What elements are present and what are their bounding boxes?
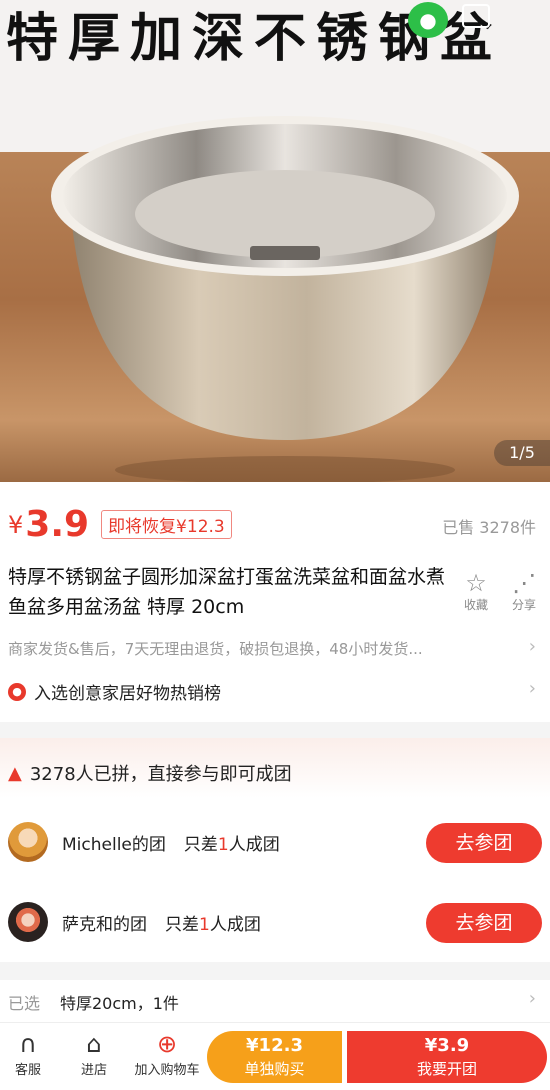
- add-to-cart-button[interactable]: ⊕ 加入购物车: [130, 1029, 204, 1078]
- group-price: 3.9: [25, 504, 90, 545]
- sold-count: 已售 3278件: [442, 518, 536, 537]
- product-title: 特厚不锈钢盆子圆形加深盆打蛋盆洗菜盆和面盆水煮鱼盆多用盆汤盆 特厚 20cm: [8, 566, 446, 618]
- share-button[interactable]: ⋰ 分享: [504, 570, 544, 613]
- headset-icon: ∩: [19, 1030, 37, 1058]
- join-group-button[interactable]: 去参团: [426, 903, 542, 943]
- fire-icon: ▲: [8, 762, 22, 784]
- group-buy-card: ▲ 3278人已拼，直接参与即可成团 Michelle的团 只差1人成团 去参团…: [0, 738, 550, 962]
- collect-button[interactable]: ☆ 收藏: [456, 570, 496, 613]
- bottom-action-bar: ∩ 客服 ⌂ 进店 ⊕ 加入购物车 ¥12.3 单独购买 ¥3.9 我要开团: [0, 1022, 550, 1090]
- group-owner: 萨克和的团: [62, 914, 147, 935]
- store-button[interactable]: ⌂ 进店: [74, 1029, 114, 1078]
- solo-label: 单独购买: [244, 1060, 305, 1078]
- buy-alone-button[interactable]: ¥12.3 单独购买: [207, 1031, 342, 1083]
- avatar: [8, 902, 48, 942]
- star-icon: ☆: [465, 569, 487, 597]
- cart-icon: ⊕: [156, 1030, 178, 1058]
- share-label: 分享: [511, 598, 536, 612]
- ranking-label: 入选创意家居好物热销榜: [34, 684, 221, 704]
- selection-value: 特厚20cm，1件: [60, 994, 179, 1013]
- group-row: Michelle的团 只差1人成团 去参团: [8, 812, 542, 872]
- service-guarantee-row[interactable]: 商家发货&售后，7天无理由退货，破损包退换，48小时发货...: [8, 638, 518, 659]
- customer-service-label: 客服: [14, 1063, 41, 1078]
- group-header-text: 3278人已拼，直接参与即可成团: [29, 764, 292, 785]
- rank-icon: ●: [8, 682, 26, 701]
- store-label: 进店: [80, 1063, 107, 1078]
- add-to-cart-label: 加入购物车: [134, 1063, 200, 1078]
- join-group-button[interactable]: 去参团: [426, 823, 542, 863]
- group-buy-label: 我要开团: [416, 1060, 477, 1078]
- group-row: 萨克和的团 只差1人成团 去参团: [8, 892, 542, 952]
- price-row: ¥ 3.9 即将恢复¥12.3: [8, 504, 232, 545]
- product-image-carousel[interactable]: 特厚加深不锈钢盆 ● 1/5: [0, 0, 550, 482]
- wechat-icon[interactable]: ●: [408, 2, 448, 38]
- product-image: [51, 116, 519, 482]
- solo-price: ¥12.3: [246, 1035, 303, 1056]
- selection-label: 已选: [8, 994, 41, 1013]
- selection-row[interactable]: 已选 特厚20cm，1件 ›: [0, 980, 550, 1022]
- group-owner: Michelle的团: [62, 834, 166, 855]
- chevron-right-icon: ›: [528, 988, 536, 1009]
- customer-service-button[interactable]: ∩ 客服: [10, 1029, 46, 1078]
- group-buy-price: ¥3.9: [424, 1035, 470, 1056]
- product-info-card: ¥ 3.9 即将恢复¥12.3 已售 3278件 特厚不锈钢盆子圆形加深盆打蛋盆…: [0, 482, 550, 722]
- share-icon: ⋰: [512, 569, 536, 597]
- image-pager: 1/5: [494, 440, 550, 466]
- group-header: ▲ 3278人已拼，直接参与即可成团: [8, 760, 292, 786]
- group-need: 只差1人成团: [183, 834, 280, 855]
- store-icon: ⌂: [86, 1030, 102, 1058]
- chevron-right-icon: ›: [528, 678, 536, 699]
- start-group-button[interactable]: ¥3.9 我要开团: [347, 1031, 547, 1083]
- group-need: 只差1人成团: [165, 914, 261, 935]
- collect-label: 收藏: [463, 598, 488, 612]
- currency-symbol: ¥: [8, 510, 24, 539]
- product-page: 特厚加深不锈钢盆 ● 1/5 ¥ 3.9 即将恢复¥12.3 已售 3278件 …: [0, 0, 550, 1090]
- chevron-right-icon: ›: [528, 636, 536, 657]
- avatar: [8, 822, 48, 862]
- message-icon[interactable]: [462, 4, 490, 28]
- price-restore-tag: 即将恢复¥12.3: [101, 510, 232, 539]
- ranking-row[interactable]: ● 入选创意家居好物热销榜: [8, 679, 221, 704]
